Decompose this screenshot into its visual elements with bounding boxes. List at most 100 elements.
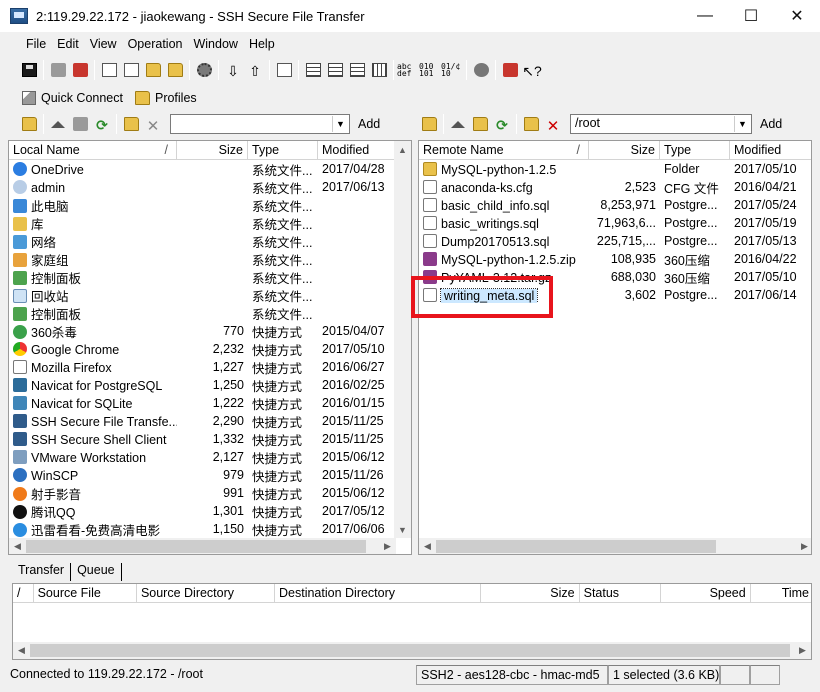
copy-button[interactable] [98,59,120,81]
save-button[interactable] [18,59,40,81]
remote-col-modified[interactable]: Modified [730,141,811,160]
transfer-horizontal-scrollbar[interactable]: ◀ ▶ [13,642,811,659]
remote-path-combo[interactable]: /root ▼ [570,114,752,134]
scroll-right-icon[interactable]: ▶ [379,538,396,554]
local-file-row[interactable]: 库 系统文件... [9,214,396,232]
close-button[interactable]: ✕ [774,0,820,32]
scroll-right-icon[interactable]: ▶ [796,538,811,554]
scroll-left-icon[interactable]: ◀ [419,538,436,554]
tab-transfer[interactable]: Transfer [12,563,72,581]
local-file-row[interactable]: 控制面板 系统文件... [9,304,396,322]
local-file-row[interactable]: VMware Workstation 2,127 快捷方式 2015/06/12 [9,448,396,466]
remote-file-row[interactable]: basic_writings.sql 71,963,6... Postgre... 2… [419,214,811,232]
remote-refresh-button[interactable]: ⟳ [491,113,513,135]
transfer-pane[interactable]: / Source File Source Directory Destinati… [12,583,812,660]
scroll-left-icon[interactable]: ◀ [13,642,30,659]
local-file-row[interactable]: WinSCP 979 快捷方式 2015/11/26 [9,466,396,484]
transfer-col-time[interactable]: Time [751,584,811,603]
download-button[interactable]: ⇩ [222,59,244,81]
chevron-down-icon[interactable]: ▼ [734,116,750,132]
remote-col-size[interactable]: Size [589,141,660,160]
local-file-row[interactable]: OneDrive 系统文件... 2017/04/28 [9,160,396,178]
new-terminal-button[interactable] [164,59,186,81]
new-window-button[interactable] [142,59,164,81]
local-file-row[interactable]: 360杀毒 770 快捷方式 2015/04/07 [9,322,396,340]
local-file-row[interactable]: SSH Secure Shell Client 1,332 快捷方式 2015/11/… [9,430,396,448]
quick-connect-button[interactable]: Quick Connect [16,85,129,111]
local-file-row[interactable]: admin 系统文件... 2017/06/13 [9,178,396,196]
transfer-col-source-file[interactable]: Source File [34,584,137,603]
view-list-button[interactable] [346,59,368,81]
remote-horizontal-scrollbar[interactable]: ◀ ▶ [419,538,811,554]
view-details-button[interactable] [368,59,390,81]
local-file-row[interactable]: 此电脑 系统文件... [9,196,396,214]
scroll-up-icon[interactable]: ▲ [394,141,411,158]
local-new-folder-button[interactable] [120,113,142,135]
remote-file-row[interactable]: Dump20170513.sql 225,715,... Postgre... 201… [419,232,811,250]
local-file-row[interactable]: 射手影音 991 快捷方式 2015/06/12 [9,484,396,502]
local-path-combo[interactable]: ▼ [170,114,350,134]
local-file-row[interactable]: Google Chrome 2,232 快捷方式 2017/05/10 [9,340,396,358]
remote-file-row[interactable]: MySQL-python-1.2.5.zip 108,935 360压缩 2016/0… [419,250,811,268]
local-file-row[interactable]: Mozilla Firefox 1,227 快捷方式 2016/06/27 [9,358,396,376]
remote-file-row[interactable]: MySQL-python-1.2.5 Folder 2017/05/10 [419,160,811,178]
scroll-left-icon[interactable]: ◀ [9,538,26,554]
chevron-down-icon[interactable]: ▼ [332,116,348,132]
view-large-icons-button[interactable] [273,59,295,81]
local-file-row[interactable]: SSH Secure File Transfe... 2,290 快捷方式 2015/… [9,412,396,430]
remote-file-pane[interactable]: Remote Name / Size Type Modified MySQL-py… [418,140,812,555]
local-delete-button[interactable]: ✕ [142,113,164,135]
menu-operation[interactable]: Operation [128,37,183,51]
local-file-row[interactable]: Navicat for PostgreSQL 1,250 快捷方式 2016/02/2… [9,376,396,394]
local-home-button[interactable] [47,113,69,135]
view-small-icons-button[interactable] [302,59,324,81]
local-up-button[interactable] [18,113,40,135]
upload-button[interactable]: ⇧ [244,59,266,81]
disconnect-button[interactable] [69,59,91,81]
remote-folder-button[interactable] [469,113,491,135]
help-topics-button[interactable] [499,59,521,81]
local-file-row[interactable]: 家庭组 系统文件... [9,250,396,268]
local-file-row[interactable]: 迅雷看看-免费高清电影 1,150 快捷方式 2017/06/06 [9,520,396,538]
local-file-row[interactable]: 网络 系统文件... [9,232,396,250]
remote-up-button[interactable] [418,113,440,135]
remote-add-button[interactable]: Add [752,113,790,135]
view-tree-button[interactable] [324,59,346,81]
remote-col-name[interactable]: Remote Name / [419,141,589,160]
transfer-col-speed[interactable]: Speed [661,584,751,603]
transfer-col-size[interactable]: Size [481,584,580,603]
minimize-button[interactable]: — [682,0,728,32]
remote-hscroll-thumb[interactable] [436,540,716,553]
local-horizontal-scrollbar[interactable]: ◀ ▶ [9,538,396,554]
scroll-down-icon[interactable]: ▼ [394,521,411,538]
paste-button[interactable] [120,59,142,81]
local-file-pane[interactable]: Local Name / Size Type Modified OneDrive 系… [8,140,412,555]
menu-view[interactable]: View [90,37,117,51]
local-refresh-button[interactable]: ⟳ [91,113,113,135]
local-file-row[interactable]: Navicat for SQLite 1,222 快捷方式 2016/01/15 [9,394,396,412]
menu-help[interactable]: Help [249,37,275,51]
menu-window[interactable]: Window [193,37,237,51]
local-col-modified[interactable]: Modified [318,141,396,160]
transfer-col-source-dir[interactable]: Source Directory [137,584,275,603]
transfer-hscroll-thumb[interactable] [30,644,790,657]
context-help-button[interactable]: ↖? [521,59,543,81]
stop-button[interactable] [470,59,492,81]
local-desktop-button[interactable] [69,113,91,135]
local-col-type[interactable]: Type [248,141,318,160]
local-file-row[interactable]: 控制面板 系统文件... [9,268,396,286]
ascii-mode-button[interactable]: abc def [397,59,419,81]
local-file-row[interactable]: 回收站 系统文件... [9,286,396,304]
transfer-col-sort[interactable]: / [13,584,34,603]
remote-new-folder-button[interactable] [520,113,542,135]
resize-grip[interactable] [780,665,802,685]
local-col-size[interactable]: Size [177,141,248,160]
remote-file-row[interactable]: anaconda-ks.cfg 2,523 CFG 文件 2016/04/21 [419,178,811,196]
local-hscroll-thumb[interactable] [26,540,366,553]
remote-home-button[interactable] [447,113,469,135]
auto-mode-button[interactable]: 01/¢ 10 [441,59,463,81]
tab-queue[interactable]: Queue [71,563,122,581]
remote-delete-button[interactable]: ✕ [542,113,564,135]
binary-mode-button[interactable]: 010 101 [419,59,441,81]
settings-button[interactable] [193,59,215,81]
